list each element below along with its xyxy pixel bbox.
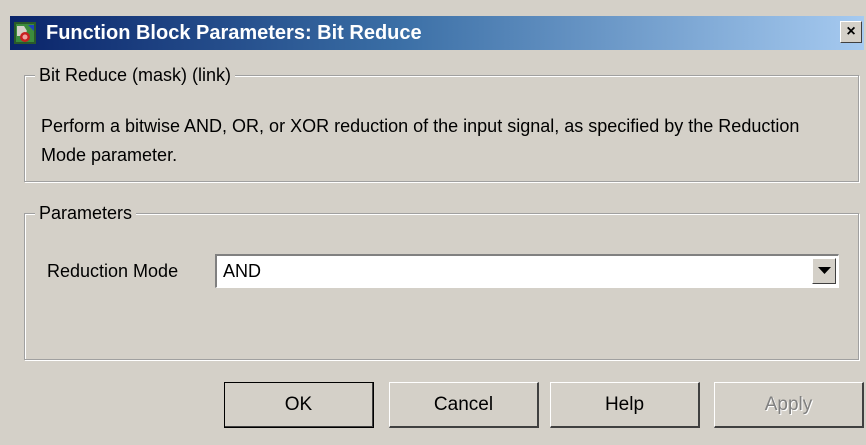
description-group: Bit Reduce (mask) (link) Perform a bitwi… <box>24 64 859 182</box>
reduction-mode-label: Reduction Mode <box>47 261 179 281</box>
chevron-down-icon <box>818 267 831 274</box>
ok-button[interactable]: OK <box>224 382 374 428</box>
reduction-mode-value: AND <box>223 261 262 281</box>
simulink-block-icon <box>14 22 36 44</box>
parameters-group: Parameters Reduction Mode AND <box>24 202 859 360</box>
dialog-window: Function Block Parameters: Bit Reduce × … <box>0 0 866 445</box>
dropdown-arrow-button[interactable] <box>812 258 836 284</box>
block-description: Perform a bitwise AND, OR, or XOR reduct… <box>41 116 800 165</box>
window-title: Function Block Parameters: Bit Reduce <box>46 22 422 44</box>
description-group-legend: Bit Reduce (mask) (link) <box>35 64 236 86</box>
cancel-button[interactable]: Cancel <box>389 382 539 428</box>
close-icon: × <box>846 23 856 40</box>
close-button[interactable]: × <box>840 21 862 43</box>
help-button[interactable]: Help <box>550 382 700 428</box>
title-bar[interactable]: Function Block Parameters: Bit Reduce × <box>10 16 864 50</box>
reduction-mode-select[interactable]: AND <box>215 254 839 288</box>
parameters-group-legend: Parameters <box>35 202 137 224</box>
apply-button[interactable]: Apply <box>714 382 864 428</box>
